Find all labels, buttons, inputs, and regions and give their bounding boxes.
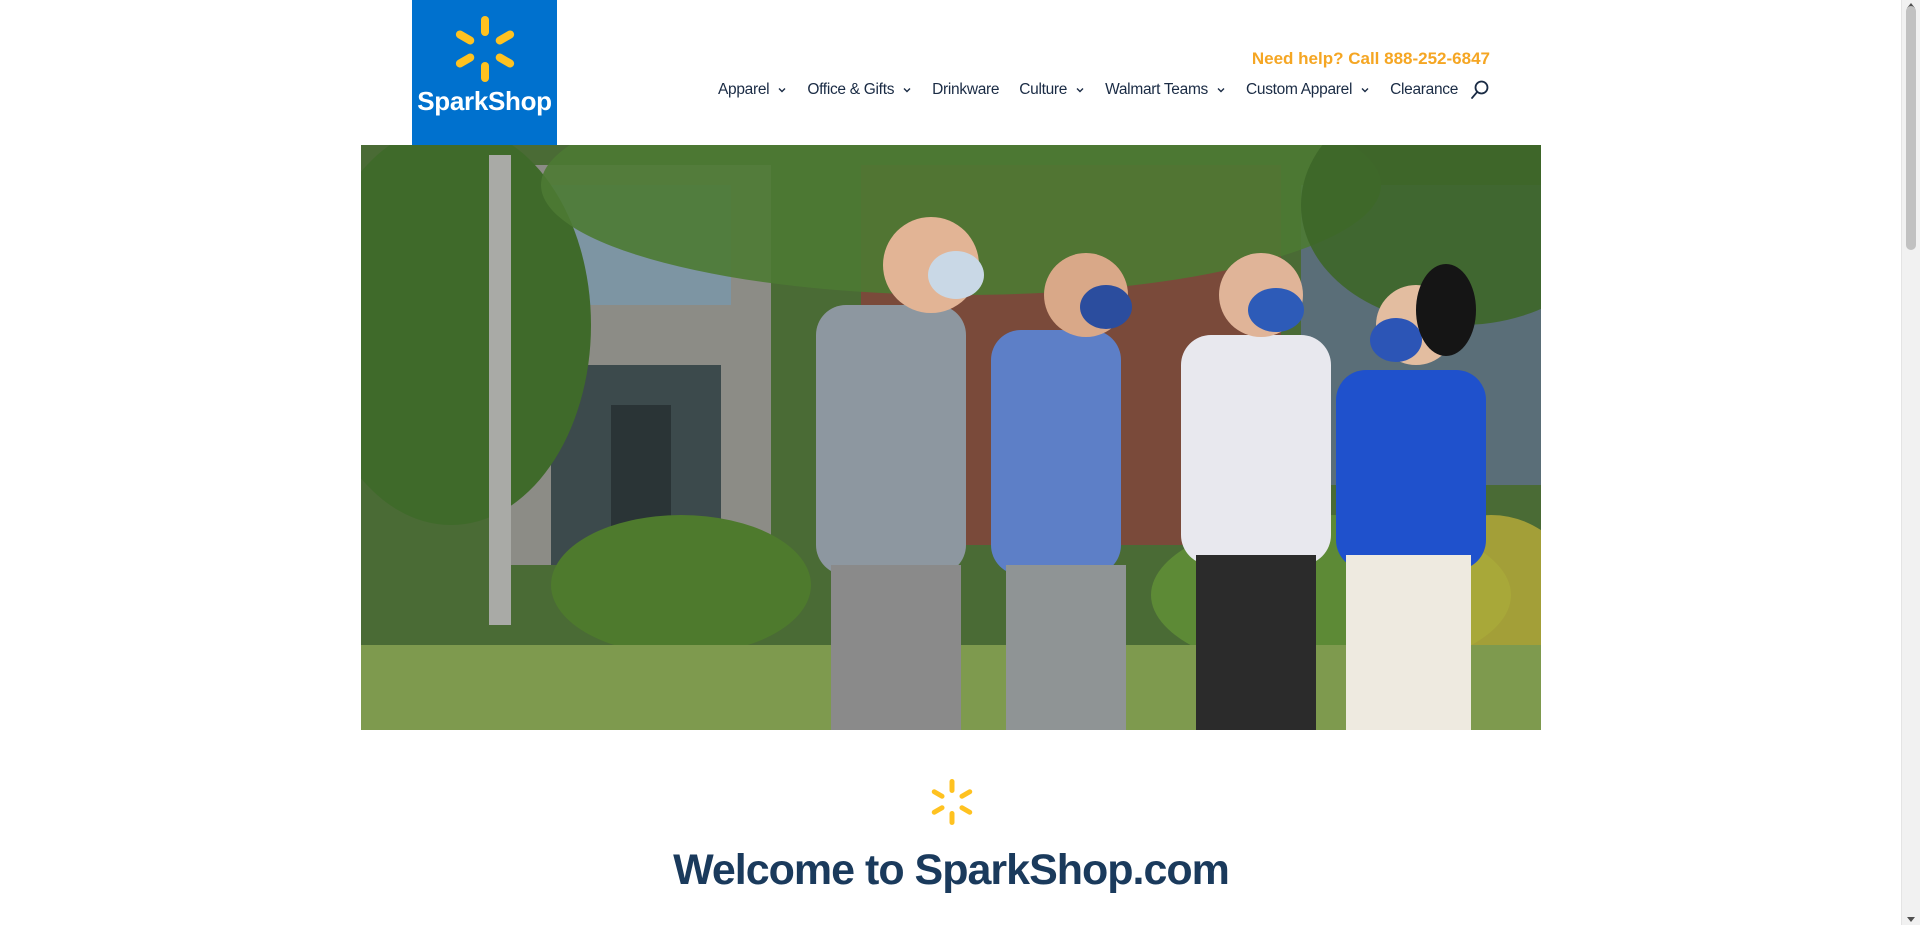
nav-item-label: Culture bbox=[1019, 81, 1068, 98]
chevron-down-icon bbox=[1076, 88, 1084, 93]
spark-icon bbox=[931, 779, 973, 825]
nav-item-clearance[interactable]: Clearance bbox=[1390, 81, 1458, 99]
welcome-title: Welcome to SparkShop.com bbox=[673, 846, 1230, 894]
chevron-down-icon bbox=[903, 88, 911, 93]
nav-item-label: Office & Gifts bbox=[807, 81, 895, 98]
scroll-thumb[interactable] bbox=[1906, 6, 1916, 250]
hero-image bbox=[361, 145, 1541, 730]
spark-logo-icon bbox=[455, 16, 514, 82]
nav-item-office-gifts[interactable]: Office & Gifts bbox=[807, 81, 912, 99]
nav-item-walmart-teams[interactable]: Walmart Teams bbox=[1105, 81, 1226, 99]
nav-item-label: Drinkware bbox=[932, 81, 1000, 98]
vertical-scrollbar[interactable] bbox=[1901, 0, 1920, 925]
chevron-down-icon bbox=[778, 88, 786, 93]
nav-item-label: Apparel bbox=[718, 81, 770, 98]
nav-item-custom-apparel[interactable]: Custom Apparel bbox=[1246, 81, 1370, 99]
nav-item-culture[interactable]: Culture bbox=[1019, 81, 1085, 99]
nav-item-drinkware[interactable]: Drinkware bbox=[932, 81, 999, 99]
search-icon[interactable] bbox=[1469, 79, 1491, 101]
chevron-down-icon bbox=[1217, 88, 1225, 93]
help-phone-link[interactable]: 888-252-6847 bbox=[1384, 49, 1490, 68]
sparkshop-logo[interactable]: SparkShop bbox=[412, 0, 557, 145]
chevron-down-icon bbox=[1361, 88, 1369, 93]
page: SparkShop Need help? Call 888-252-6847 A… bbox=[0, 0, 1902, 925]
nav-item-apparel[interactable]: Apparel bbox=[718, 81, 787, 99]
main-nav: Apparel Office & Gifts Drinkware Culture… bbox=[718, 78, 1478, 102]
nav-item-label: Custom Apparel bbox=[1246, 81, 1353, 98]
nav-item-label: Walmart Teams bbox=[1105, 81, 1209, 98]
scroll-down-icon[interactable] bbox=[1907, 917, 1915, 922]
help-prefix: Need help? Call bbox=[1251, 49, 1385, 68]
help-line: Need help? Call 888-252-6847 bbox=[1252, 49, 1490, 69]
nav-item-label: Clearance bbox=[1390, 81, 1459, 98]
logo-text: SparkShop bbox=[417, 86, 552, 116]
